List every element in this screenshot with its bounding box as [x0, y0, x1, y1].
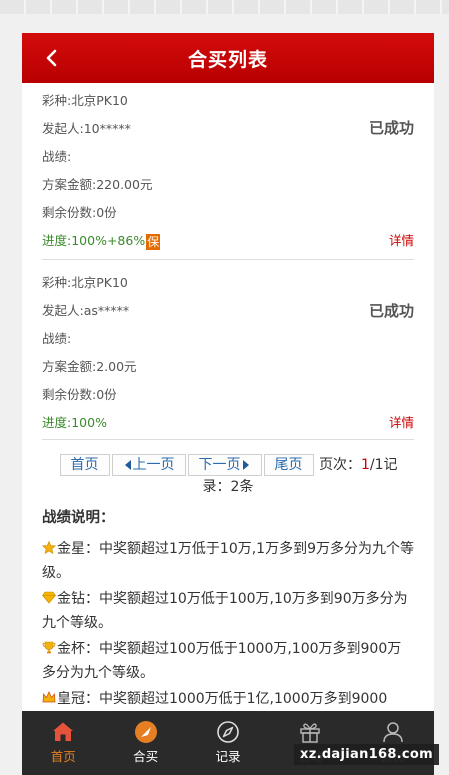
current-page: 1	[360, 457, 370, 473]
status-badge: 已成功	[368, 119, 414, 137]
prev-page-label: 上一页	[132, 457, 175, 473]
last-page-button[interactable]: 尾页	[263, 454, 314, 476]
status-badge: 已成功	[368, 302, 414, 320]
gold-cup-icon	[42, 641, 56, 654]
record: 战绩:	[42, 331, 72, 346]
progress-text: 进度:100%	[42, 415, 107, 430]
guarantee-badge: 保	[146, 233, 161, 250]
tab-activity[interactable]: 活动	[269, 711, 351, 775]
tab-records[interactable]: 记录	[187, 711, 269, 775]
note-line-gold-diamond: 金钻：中奖额超过10万低于100万,10万多到90万多分为九个等级。	[42, 587, 414, 635]
triangle-left-icon	[124, 460, 131, 470]
header-bar: 合买列表	[22, 33, 434, 83]
chevron-left-icon	[46, 49, 57, 67]
group-buy-icon	[134, 721, 157, 743]
note-line-gold-star: 金星：中奖额超过1万低于10万,1万多到9万多分为九个等级。	[42, 537, 414, 585]
page-label: 页次：	[318, 457, 361, 473]
remaining-shares: 剩余份数:0份	[42, 205, 117, 220]
progress-row: 进度:100%+86% 保 详情	[42, 227, 414, 255]
tab-home[interactable]: 首页	[22, 711, 104, 775]
app-screen: 合买列表 彩种:北京PK10 发起人:10***** 已成功 战绩: 方案金额:…	[22, 33, 434, 775]
tab-group-buy[interactable]: 合买	[104, 711, 186, 775]
note-text: 金星：中奖额超过1万低于10万,1万多到9万多分为九个等级。	[42, 541, 414, 581]
home-icon	[53, 722, 74, 741]
triangle-right-icon	[242, 460, 249, 470]
next-page-label: 下一页	[198, 457, 241, 473]
list-item[interactable]: 彩种:北京PK10 发起人:as***** 已成功 战绩: 方案金额:2.00元…	[42, 260, 414, 440]
crown-icon	[42, 691, 56, 703]
tab-group-buy-label: 合买	[133, 749, 159, 764]
remaining-shares: 剩余份数:0份	[42, 387, 117, 402]
list-item[interactable]: 彩种:北京PK10 发起人:10***** 已成功 战绩: 方案金额:220.0…	[42, 83, 414, 260]
compass-icon	[217, 721, 239, 743]
records-label-a: 记	[383, 457, 398, 473]
records-label-b: 录：2条	[202, 479, 254, 495]
page-title: 合买列表	[187, 48, 268, 71]
progress-text: 进度:100%+86%	[42, 233, 146, 248]
plan-amount: 方案金额:2.00元	[42, 359, 137, 374]
progress-row: 进度:100% 详情	[42, 409, 414, 437]
user-icon	[383, 722, 403, 743]
first-page-button[interactable]: 首页	[59, 454, 110, 476]
record: 战绩:	[42, 149, 72, 164]
initiator: 发起人:10*****	[42, 121, 131, 136]
total-pages: /1	[369, 457, 384, 473]
gift-icon	[300, 723, 321, 743]
background-stripes	[0, 0, 449, 14]
tab-member[interactable]: 会员	[352, 711, 434, 775]
note-line-crown: 皇冠：中奖额超过1000万低于1亿,1000万多到9000	[42, 687, 414, 711]
lottery-type: 彩种:北京PK10	[42, 275, 128, 290]
lottery-type: 彩种:北京PK10	[42, 93, 128, 108]
gold-star-icon	[42, 541, 56, 554]
detail-link[interactable]: 详情	[389, 409, 414, 437]
note-text: 金杯：中奖额超过100万低于1000万,100万多到900万多分为九个等级。	[42, 641, 402, 681]
note-line-gold-cup: 金杯：中奖额超过100万低于1000万,100万多到900万多分为九个等级。	[42, 637, 414, 685]
bottom-tab-bar: 首页 合买 记录 活动	[22, 711, 434, 775]
next-page-button[interactable]: 下一页	[187, 454, 262, 476]
initiator: 发起人:as*****	[42, 303, 130, 318]
tab-records-label: 记录	[215, 749, 241, 764]
tab-home-label: 首页	[50, 749, 76, 764]
notes-title: 战绩说明：	[42, 510, 115, 526]
plan-amount: 方案金额:220.00元	[42, 177, 153, 192]
watermark: xz.dajian168.com	[294, 744, 439, 765]
record-explanation: 战绩说明： 金星：中奖额超过1万低于10万,1万多到9万多分为九个等级。 金钻：…	[42, 506, 414, 711]
prev-page-button[interactable]: 上一页	[111, 454, 186, 476]
back-button[interactable]	[40, 44, 62, 72]
gold-diamond-icon	[42, 591, 56, 604]
note-text: 皇冠：中奖额超过1000万低于1亿,1000万多到9000	[57, 691, 388, 707]
detail-link[interactable]: 详情	[389, 227, 414, 255]
note-text: 金钻：中奖额超过10万低于100万,10万多到90万多分为九个等级。	[42, 591, 408, 631]
pagination: 首页 上一页 下一页 尾页 页次：1/1记 录：2条	[42, 454, 414, 498]
